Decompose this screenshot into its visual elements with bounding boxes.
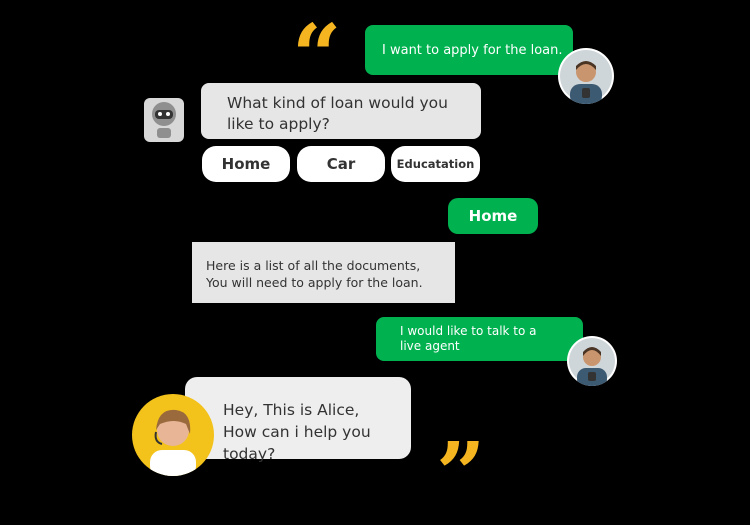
agent-avatar: [132, 394, 214, 476]
agent-message-bubble: Hey, This is Alice, How can i help you t…: [185, 377, 411, 463]
user-choice-text: Home: [468, 207, 518, 225]
option-label: Car: [326, 155, 356, 173]
user-message-text: I want to apply for the loan.: [382, 42, 563, 58]
user-message-bubble: I would like to talk to a live agent: [376, 317, 583, 361]
bot-info-text: Here is a list of all the documents, You…: [206, 258, 423, 290]
option-label: Home: [221, 155, 271, 173]
bot-question-text: What kind of loan would you like to appl…: [227, 94, 448, 133]
user-message-bubble: I want to apply for the loan.: [365, 25, 573, 75]
close-quote-icon: ”: [436, 424, 486, 525]
bot-info-bubble: Here is a list of all the documents, You…: [192, 242, 455, 303]
agent-message-text: Hey, This is Alice, How can i help you t…: [223, 401, 371, 463]
user-choice-bubble: Home: [448, 198, 538, 234]
bot-question-bubble: What kind of loan would you like to appl…: [201, 83, 481, 139]
option-education-button[interactable]: Educatation: [391, 146, 480, 182]
user-message-text: I would like to talk to a live agent: [400, 324, 537, 353]
user-avatar: [567, 336, 617, 386]
option-home-button[interactable]: Home: [202, 146, 290, 182]
option-label: Educatation: [396, 157, 475, 171]
option-car-button[interactable]: Car: [297, 146, 385, 182]
robot-icon: [142, 96, 186, 144]
user-avatar: [558, 48, 614, 104]
